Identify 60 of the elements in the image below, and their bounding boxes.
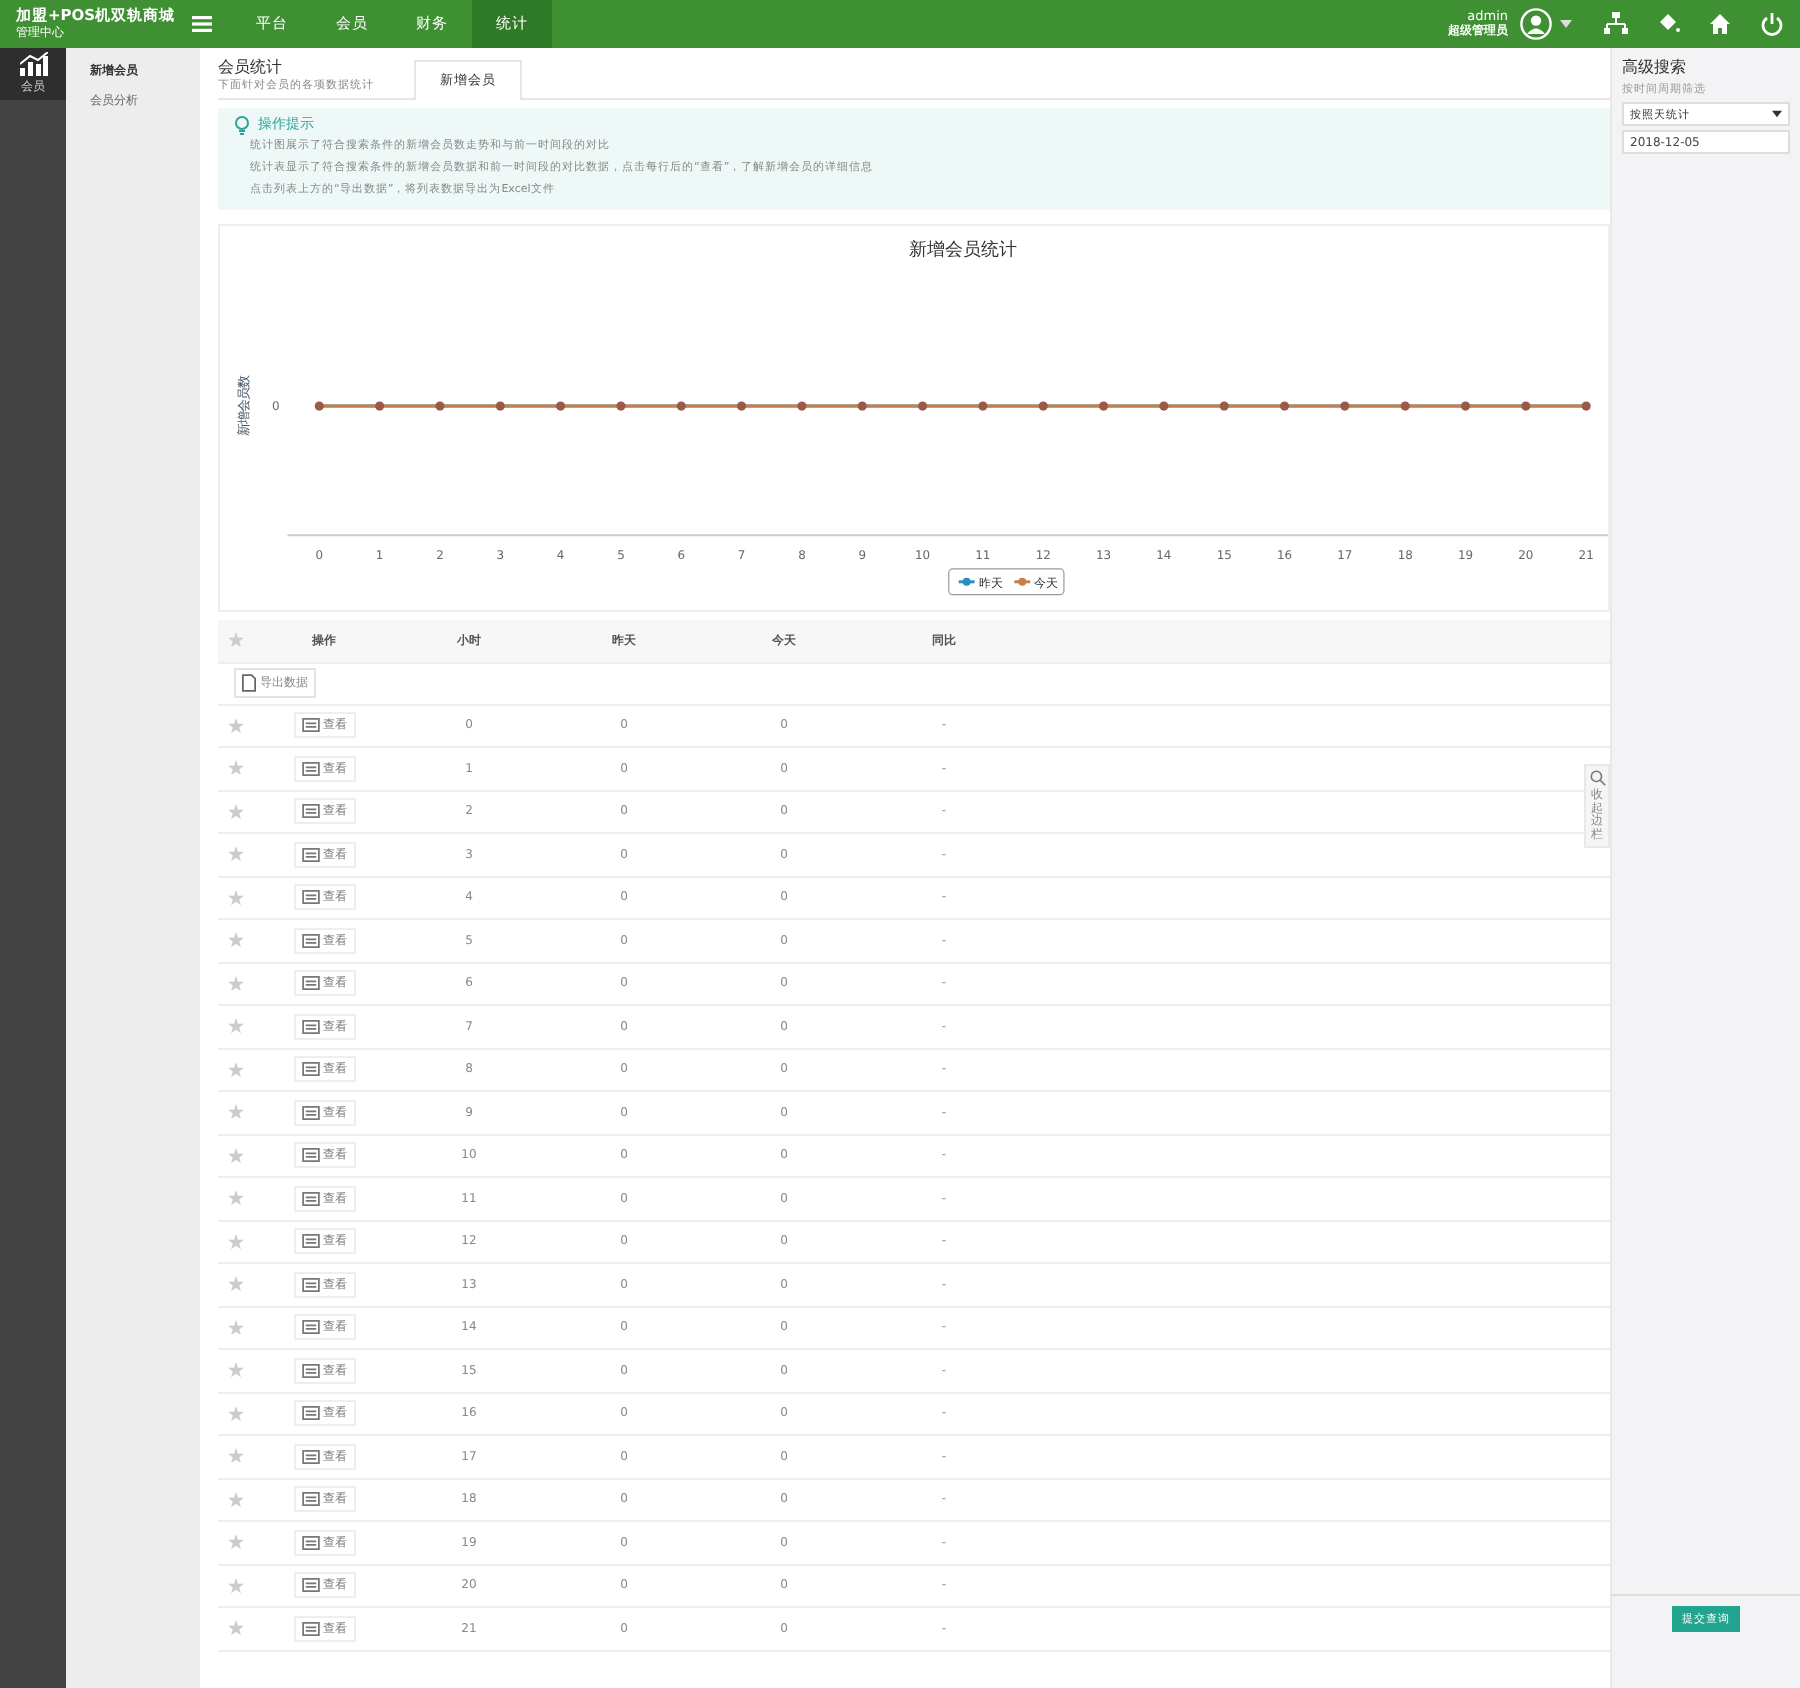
list-icon (301, 1578, 319, 1593)
star-icon[interactable] (228, 975, 244, 992)
zoom-icon (1589, 770, 1605, 786)
chart-title: 新增会员统计 (908, 241, 1017, 262)
star-icon[interactable] (228, 803, 244, 820)
star-icon[interactable] (228, 1319, 244, 1336)
list-icon (301, 1406, 319, 1421)
list-icon (301, 1535, 319, 1550)
list-icon (301, 1621, 319, 1636)
star-icon[interactable] (228, 1190, 244, 1207)
list-icon (301, 761, 319, 776)
star-icon[interactable] (228, 1448, 244, 1465)
star-icon[interactable] (228, 1362, 244, 1379)
panel-title: 高级搜索 (1622, 56, 1688, 78)
legend-box (948, 568, 1065, 596)
star-icon[interactable] (228, 1104, 244, 1121)
star-icon[interactable] (228, 1061, 244, 1078)
list-icon (301, 1062, 319, 1077)
list-icon (301, 890, 319, 905)
power-icon[interactable] (1760, 12, 1784, 36)
star-icon[interactable] (228, 717, 244, 734)
sitemap-icon[interactable] (1604, 12, 1628, 36)
page-title: 会员统计 (218, 56, 284, 78)
star-icon[interactable] (228, 1018, 244, 1035)
star-icon[interactable] (228, 846, 244, 863)
list-icon (301, 1019, 319, 1034)
file-icon (242, 674, 256, 692)
star-icon[interactable] (228, 1620, 244, 1637)
star-icon[interactable] (228, 1276, 244, 1293)
star-icon (228, 632, 244, 649)
list-icon (301, 847, 319, 862)
list-icon (301, 1148, 319, 1163)
star-icon[interactable] (228, 932, 244, 949)
menu-icon[interactable] (192, 16, 212, 32)
list-icon (301, 933, 319, 948)
caret-icon (1772, 110, 1782, 118)
list-icon (301, 1492, 319, 1507)
star-icon[interactable] (228, 1405, 244, 1422)
star-icon[interactable] (228, 1577, 244, 1594)
star-icon[interactable] (228, 1147, 244, 1164)
list-icon (301, 1320, 319, 1335)
list-icon (301, 1191, 319, 1206)
star-icon[interactable] (228, 1491, 244, 1508)
list-icon (301, 1277, 319, 1292)
list-icon (301, 1363, 319, 1378)
list-icon (301, 718, 319, 733)
caret-icon[interactable] (1560, 20, 1572, 28)
lightbulb-icon (234, 115, 250, 135)
list-icon (301, 1234, 319, 1249)
avatar-icon[interactable] (1520, 8, 1552, 40)
list-icon (301, 1105, 319, 1120)
home-icon[interactable] (1708, 12, 1732, 36)
star-icon[interactable] (228, 760, 244, 777)
star-icon[interactable] (228, 1233, 244, 1250)
star-icon[interactable] (228, 1534, 244, 1551)
list-icon (301, 804, 319, 819)
chart-icon (19, 52, 47, 76)
list-icon (301, 1449, 319, 1464)
star-icon[interactable] (228, 889, 244, 906)
list-icon (301, 976, 319, 991)
